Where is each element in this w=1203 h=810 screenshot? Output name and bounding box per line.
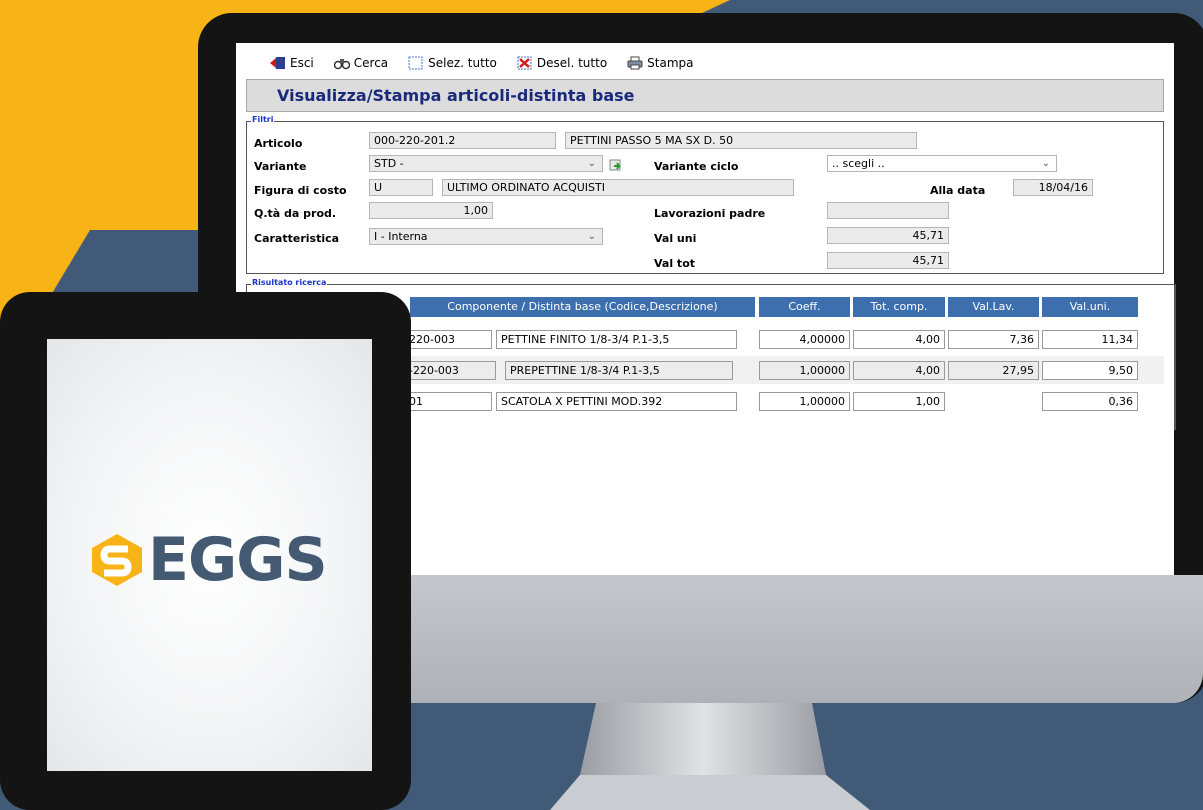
exit-icon	[270, 56, 286, 70]
lav-padre-label: Lavorazioni padre	[654, 207, 766, 220]
row-vallav[interactable]: 7,36	[948, 330, 1039, 349]
figura-code-field[interactable]: U	[369, 179, 433, 196]
chevron-down-icon: ⌄	[1041, 158, 1050, 169]
variante-select[interactable]: STD - ⌄	[369, 155, 603, 172]
row-coeff[interactable]: 1,00000	[759, 392, 850, 411]
select-all-icon	[408, 56, 424, 70]
deselect-all-button[interactable]: Desel. tutto	[517, 56, 607, 70]
chevron-down-icon: ⌄	[587, 231, 596, 242]
val-tot-field: 45,71	[827, 252, 949, 269]
caratteristica-select[interactable]: I - Interna ⌄	[369, 228, 603, 245]
row-tot[interactable]: 4,00	[853, 330, 945, 349]
alla-data-label: Alla data	[930, 184, 986, 197]
row-coeff[interactable]: 4,00000	[759, 330, 850, 349]
column-header-val-uni[interactable]: Val.uni.	[1042, 297, 1138, 317]
search-button[interactable]: Cerca	[333, 56, 389, 70]
row-desc[interactable]: SCATOLA X PETTINI MOD.392	[496, 392, 737, 411]
row-code[interactable]: 01	[405, 392, 492, 411]
articolo-label: Articolo	[254, 137, 303, 150]
printer-icon	[627, 56, 643, 70]
val-uni-label: Val uni	[654, 232, 697, 245]
refresh-icon[interactable]	[609, 157, 623, 176]
deselect-all-icon	[517, 56, 533, 70]
column-header-componente[interactable]: Componente / Distinta base (Codice,Descr…	[410, 297, 755, 317]
caratteristica-value: I - Interna	[374, 230, 428, 243]
qta-field[interactable]: 1,00	[369, 202, 493, 219]
articolo-code-field[interactable]: 000-220-201.2	[369, 132, 556, 149]
variante-ciclo-label: Variante ciclo	[654, 160, 739, 173]
row-valuni[interactable]: 0,36	[1042, 392, 1138, 411]
column-header-val-lav[interactable]: Val.Lav.	[948, 297, 1039, 317]
row-coeff[interactable]: 1,00000	[759, 361, 850, 380]
variante-label: Variante	[254, 160, 307, 173]
row-code[interactable]: 220-003	[405, 330, 492, 349]
results-legend: Risultato ricerca	[251, 278, 328, 287]
page-title-bar: Visualizza/Stampa articoli-distinta base	[246, 79, 1164, 112]
row-tot[interactable]: 4,00	[853, 361, 945, 380]
lav-padre-field[interactable]	[827, 202, 949, 219]
figura-desc-field[interactable]: ULTIMO ORDINATO ACQUISTI	[442, 179, 794, 196]
row-code[interactable]: -220-003	[405, 361, 496, 380]
exit-button[interactable]: Esci	[270, 56, 314, 70]
row-valuni[interactable]: 9,50	[1042, 361, 1138, 380]
search-label: Cerca	[353, 56, 389, 70]
qta-label: Q.tà da prod.	[254, 207, 337, 220]
row-desc[interactable]: PREPETTINE 1/8-3/4 P.1-3,5	[505, 361, 733, 380]
figura-label: Figura di costo	[254, 184, 347, 197]
page-title: Visualizza/Stampa articoli-distinta base	[277, 86, 635, 105]
eggs-logo-icon	[92, 534, 142, 586]
binoculars-icon	[333, 56, 351, 70]
select-all-label: Selez. tutto	[428, 56, 497, 70]
row-tot[interactable]: 1,00	[853, 392, 945, 411]
variante-value: STD -	[374, 157, 404, 170]
chevron-down-icon: ⌄	[587, 158, 596, 169]
print-label: Stampa	[647, 56, 694, 70]
row-vallav[interactable]: 27,95	[948, 361, 1039, 380]
select-all-button[interactable]: Selez. tutto	[408, 56, 497, 70]
deselect-all-label: Desel. tutto	[536, 56, 608, 70]
column-header-coeff[interactable]: Coeff.	[759, 297, 850, 317]
column-header-tot-comp[interactable]: Tot. comp.	[853, 297, 945, 317]
filters-legend: Filtri	[251, 115, 275, 124]
logo-text: EGGS	[148, 525, 328, 595]
toolbar: Esci Cerca Selez. tutto Desel. tutto Sta…	[270, 52, 714, 74]
exit-label: Esci	[290, 56, 314, 70]
val-tot-label: Val tot	[654, 257, 696, 270]
eggs-logo: EGGS	[88, 525, 328, 595]
articolo-desc-field[interactable]: PETTINI PASSO 5 MA SX D. 50	[565, 132, 917, 149]
row-desc[interactable]: PETTINE FINITO 1/8-3/4 P.1-3,5	[496, 330, 737, 349]
variante-ciclo-value: .. scegli ..	[832, 157, 885, 170]
row-valuni[interactable]: 11,34	[1042, 330, 1138, 349]
caratteristica-label: Caratteristica	[254, 232, 340, 245]
alla-data-field[interactable]: 18/04/16	[1013, 179, 1093, 196]
results-divider	[1174, 284, 1176, 430]
print-button[interactable]: Stampa	[627, 56, 694, 70]
variante-ciclo-select[interactable]: .. scegli .. ⌄	[827, 155, 1057, 172]
val-uni-field: 45,71	[827, 227, 949, 244]
